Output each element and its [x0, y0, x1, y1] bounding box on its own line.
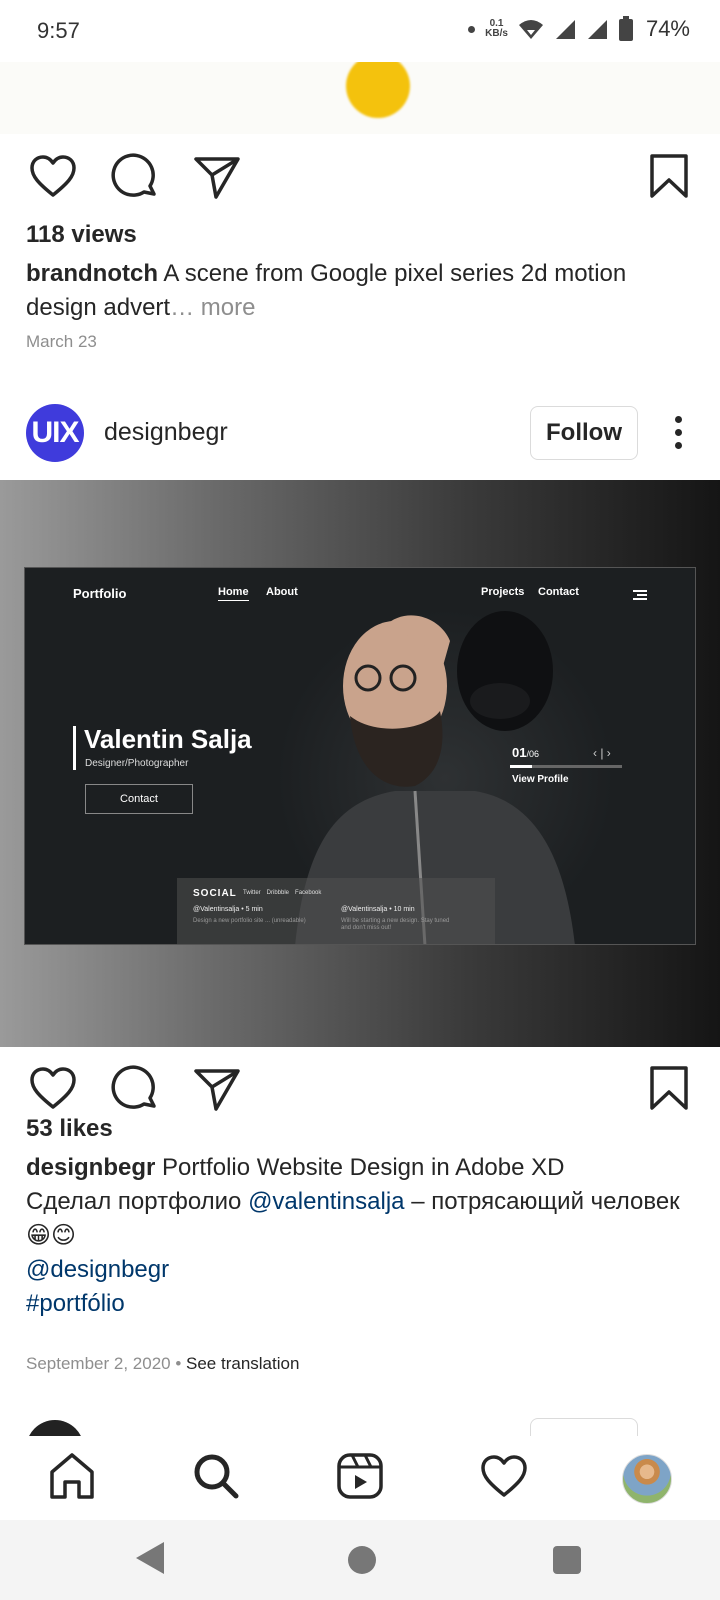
mockup-social-links: Twitter Dribbble Facebook: [243, 890, 327, 896]
reels-icon[interactable]: [334, 1450, 386, 1502]
mockup-social-title: SOCIAL: [193, 888, 237, 899]
mention-link[interactable]: @designbegr: [26, 1256, 169, 1283]
next-post-header: [0, 1416, 720, 1436]
activity-heart-icon[interactable]: [478, 1450, 530, 1502]
views-count[interactable]: 118 views: [26, 221, 137, 249]
mockup-social-link: Dribbble: [266, 890, 290, 896]
share-send-icon[interactable]: [192, 152, 242, 202]
status-bar: 9:57 0.1 KB/s 74%: [0, 0, 720, 62]
back-icon[interactable]: [136, 1542, 164, 1574]
previous-post-caption[interactable]: brandnotch A scene from Google pixel ser…: [26, 257, 686, 325]
mockup-menu-icon: [633, 590, 647, 602]
system-nav-bar: [0, 1520, 720, 1600]
mockup-counter: 01/06: [512, 745, 539, 760]
signal-icon-2: [587, 20, 607, 39]
status-time: 9:57: [37, 18, 80, 43]
home-icon[interactable]: [46, 1450, 98, 1502]
follow-button[interactable]: Follow: [530, 406, 638, 460]
network-speed-unit: KB/s: [485, 28, 508, 39]
caption-line1: Portfolio Website Design in Adobe XD: [162, 1154, 565, 1181]
mockup-tweet-handle: @Valentinsalja • 10 min: [341, 906, 415, 913]
search-icon[interactable]: [190, 1450, 242, 1502]
mockup-nav-about: About: [266, 586, 298, 598]
avatar[interactable]: UIX: [26, 404, 84, 462]
hashtag-link[interactable]: #portfólio: [26, 1290, 125, 1317]
caption-username[interactable]: brandnotch: [26, 260, 158, 287]
save-bookmark-icon[interactable]: [644, 152, 694, 202]
save-bookmark-icon[interactable]: [644, 1064, 694, 1114]
signal-icon: [555, 20, 575, 39]
network-speed: 0.1 KB/s: [485, 19, 508, 39]
previous-post-actions: [0, 152, 720, 212]
post-date: March 23: [26, 332, 97, 351]
mockup-counter-total: /06: [526, 749, 539, 759]
mockup-brand: Portfolio: [73, 586, 127, 601]
mockup-tweet-text: Will be starting a new design. Stay tune…: [341, 918, 450, 931]
battery-percent: 74%: [645, 16, 690, 41]
post-image[interactable]: Portfolio Home About Projects Contact Va…: [0, 480, 720, 1047]
post-date-line: September 2, 2020 • See translation: [26, 1354, 300, 1373]
mockup-view-profile: View Profile: [512, 774, 569, 785]
comment-icon[interactable]: [110, 1064, 160, 1114]
follow-button[interactable]: [530, 1418, 638, 1436]
mockup-nav-projects: Projects: [481, 586, 525, 598]
previous-post-media[interactable]: [0, 62, 720, 134]
mockup-contact-button: Contact: [85, 784, 193, 814]
wifi-icon: [518, 20, 543, 39]
post-date: September 2, 2020: [26, 1354, 171, 1373]
mockup-social-panel: SOCIAL Twitter Dribbble Facebook @Valentin…: [177, 878, 495, 944]
share-send-icon[interactable]: [192, 1064, 242, 1114]
post-caption[interactable]: designbegr Portfolio Website Design in A…: [26, 1151, 696, 1321]
mockup-accent-bar: [73, 726, 76, 770]
mockup-tweet-text: Design a new portfolio site ... (unreada…: [193, 918, 306, 924]
sun-illustration: [346, 62, 410, 118]
recent-apps-icon[interactable]: [553, 1546, 581, 1574]
like-heart-icon[interactable]: [28, 152, 78, 202]
mockup-tweet-handle: @Valentinsalja • 5 min: [193, 906, 263, 913]
mockup-role: Designer/Photographer: [85, 758, 189, 769]
post-header: UIX designbegr Follow: [0, 400, 720, 466]
mockup-social-link: Facebook: [295, 890, 322, 896]
more-link[interactable]: … more: [170, 294, 255, 321]
caption-line2-pre: Сделал портфолио: [26, 1188, 242, 1215]
portfolio-mockup: Portfolio Home About Projects Contact Va…: [24, 567, 696, 945]
caption-username[interactable]: designbegr: [26, 1154, 155, 1181]
see-translation-link[interactable]: See translation: [186, 1354, 299, 1373]
mockup-social-link: Twitter: [243, 890, 261, 896]
notification-dot-icon: [468, 25, 476, 33]
avatar[interactable]: [26, 1420, 84, 1436]
comment-icon[interactable]: [110, 152, 160, 202]
mockup-progress-bar: [510, 765, 622, 768]
likes-count[interactable]: 53 likes: [26, 1115, 113, 1143]
mockup-tweet: @Valentinsalja • 5 min Design a new portf…: [193, 906, 313, 925]
mockup-nav-contact: Contact: [538, 586, 579, 598]
mockup-name: Valentin Salja: [84, 724, 252, 754]
like-heart-icon[interactable]: [28, 1064, 78, 1114]
mockup-tweet: @Valentinsalja • 10 min Will be starting …: [341, 906, 461, 932]
mention-link[interactable]: @valentinsalja: [248, 1188, 404, 1215]
bottom-tab-bar: [0, 1436, 720, 1520]
home-circle-icon[interactable]: [348, 1546, 376, 1574]
mockup-progress-fill: [510, 765, 533, 768]
profile-avatar[interactable]: [622, 1454, 672, 1504]
post-username[interactable]: designbegr: [104, 418, 228, 447]
battery-icon: [618, 16, 633, 41]
status-icons: 0.1 KB/s 74%: [468, 16, 690, 42]
mockup-nav-home: Home: [218, 586, 249, 601]
more-options-icon[interactable]: [666, 412, 690, 454]
mockup-counter-current: 01: [512, 745, 527, 760]
mockup-arrows: ‹ | ›: [593, 746, 611, 760]
